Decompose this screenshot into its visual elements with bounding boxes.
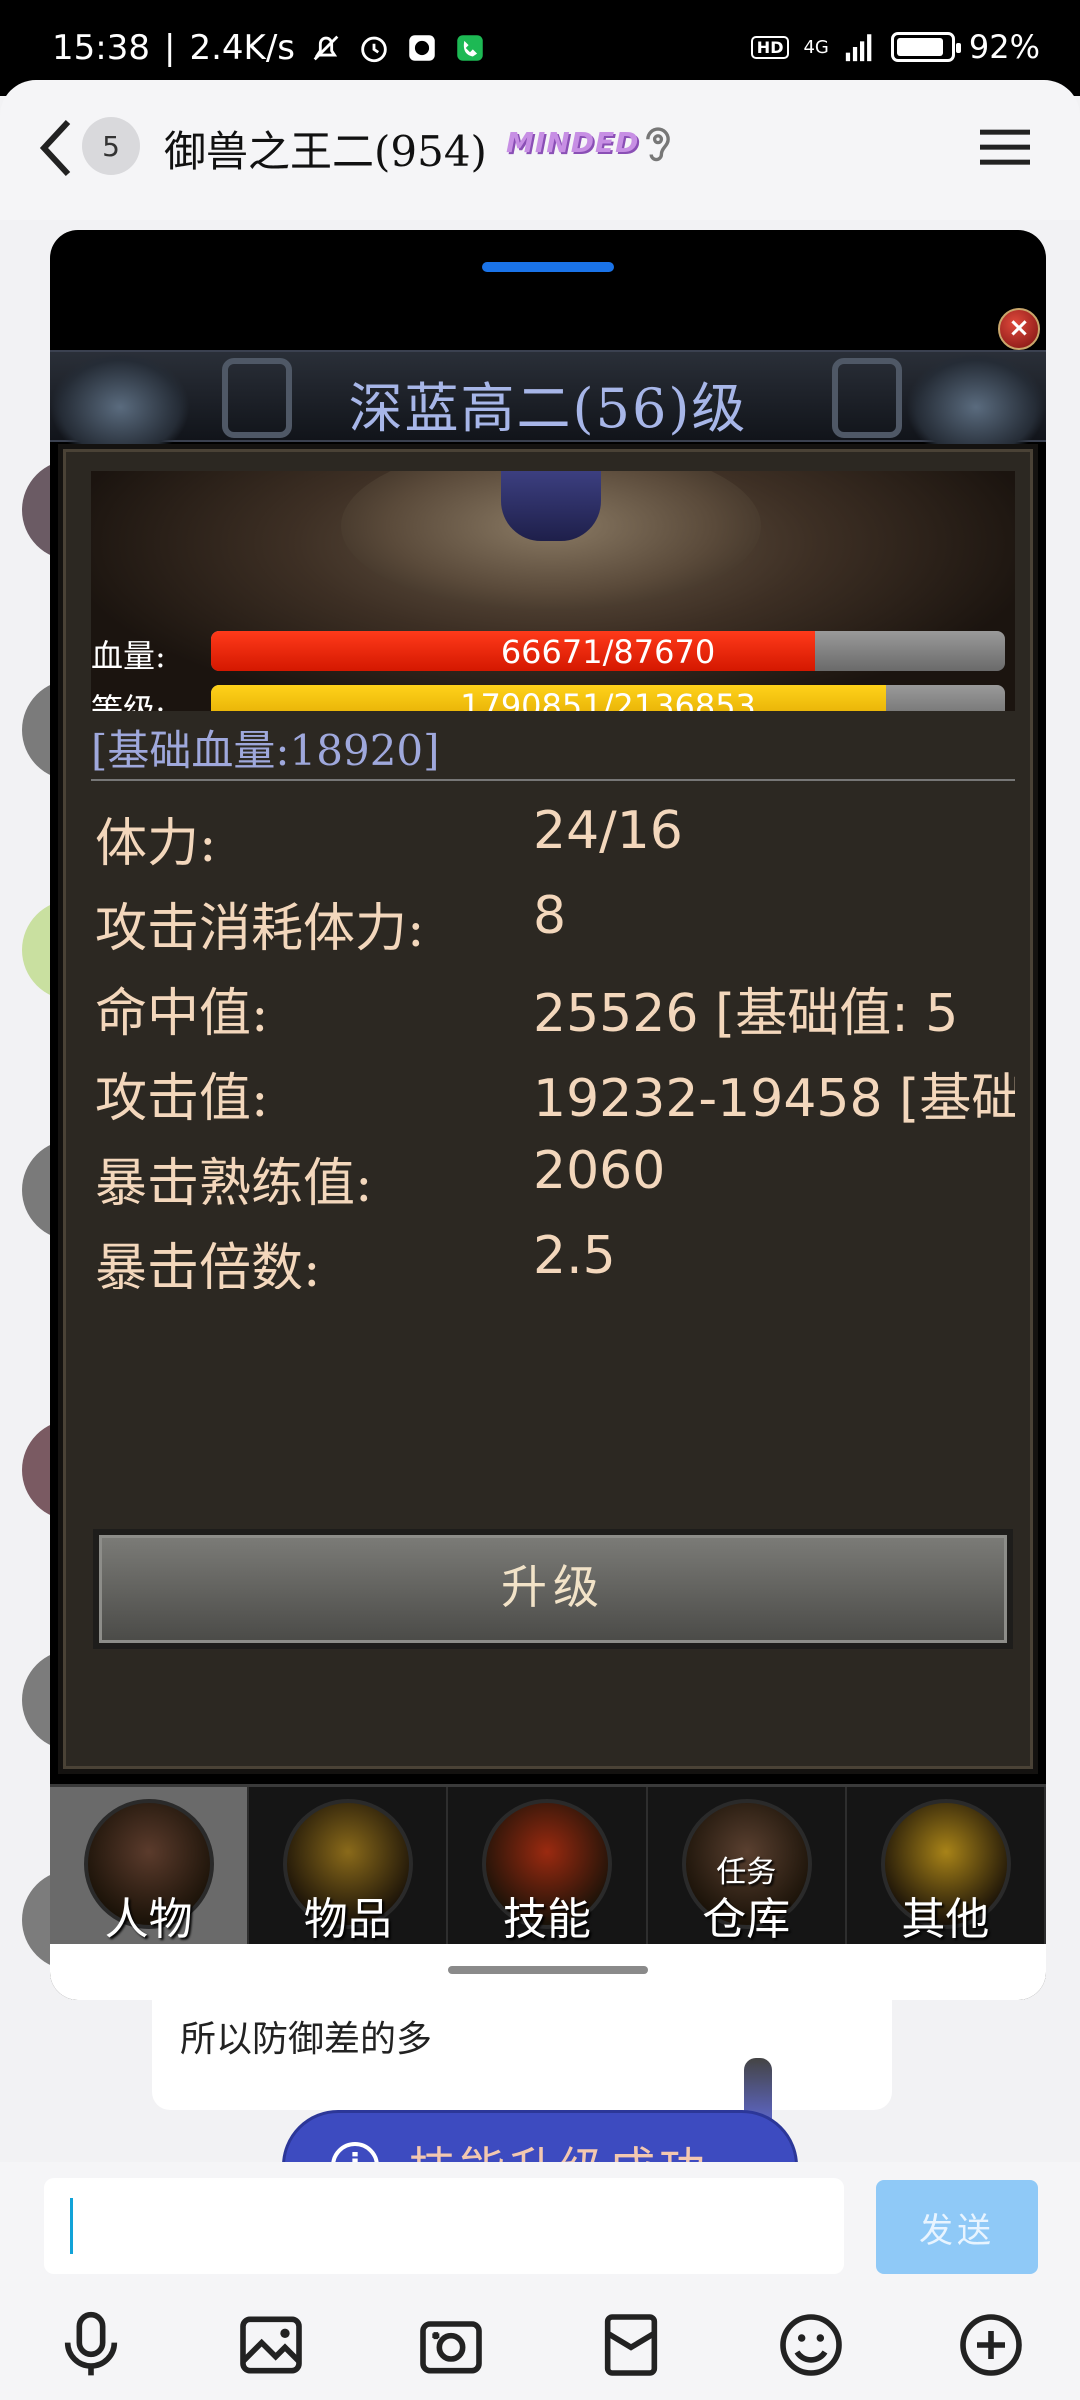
stat-row: 暴击倍数: 2.5 [91, 1214, 1015, 1289]
chat-toolbar [0, 2310, 1080, 2400]
hp-label: 血量: [91, 637, 166, 675]
stat-value: 8 [533, 886, 567, 946]
phone-app-icon [457, 35, 483, 61]
send-button[interactable]: 发送 [876, 2180, 1038, 2274]
stat-value: 24/16 [533, 801, 683, 861]
upgrade-button[interactable]: 升级 [93, 1529, 1013, 1649]
signal-icon [845, 34, 872, 62]
network-speed: 2.4K/s [189, 28, 295, 68]
tab-5[interactable]: 其他 [847, 1787, 1046, 1945]
stat-label: 体力: [95, 814, 217, 874]
battery-icon [890, 32, 961, 62]
stat-value: 19232-19458 [基础 [533, 1069, 1015, 1129]
status-right: HD 4G 92% [750, 28, 1040, 66]
alarm-icon [361, 36, 387, 63]
level-label: 等级: [91, 691, 166, 711]
stat-value: 2.5 [533, 1226, 616, 1286]
exp-value: 1790851/2136853 [460, 687, 756, 711]
tab-label: 其他 [901, 1894, 990, 1945]
game-popup: 深蓝高二(56)级 × 血量: 66671/87670 等级: 1790851/… [50, 230, 1046, 2000]
stat-label: 攻击值: [95, 1069, 269, 1129]
hp-value: 66671/87670 [500, 633, 716, 671]
popup-home-indicator[interactable] [448, 1966, 648, 1974]
clock: 15:38 [52, 28, 150, 68]
tab-1[interactable]: 人物 [50, 1787, 250, 1945]
ear-icon[interactable] [640, 124, 676, 168]
tab-label: 物品 [303, 1894, 392, 1945]
character-panel: 血量: 66671/87670 等级: 1790851/2136853 [基础血… [58, 444, 1038, 1774]
text-caret [70, 2198, 73, 2254]
stat-row-clip: 体力: 24/16 [91, 789, 1015, 874]
stat-row-clip: 暴击倍数: 2.5 [91, 1214, 1015, 1289]
stat-label: 暴击熟练值: [95, 1154, 373, 1214]
tab-label: 仓库 [702, 1894, 791, 1945]
back-icon[interactable] [36, 118, 76, 178]
divider: | [163, 28, 176, 68]
plus-icon[interactable] [956, 2310, 1026, 2380]
microphone-icon[interactable] [56, 2310, 126, 2380]
game-tab-bar: 人物 物品 技能 任务 仓库其他 [50, 1784, 1046, 1945]
stat-label: 暴击倍数: [95, 1239, 321, 1289]
tab-3[interactable]: 技能 [448, 1787, 648, 1945]
stat-row: 暴击熟练值: 2060 [91, 1129, 1015, 1214]
divider [91, 779, 1015, 781]
stats-list[interactable]: 体力: 24/16 攻击消耗体力: 8 命中值: 25526 [基础值: 5 攻击值: 192… [91, 789, 1015, 1289]
emoji-icon[interactable] [776, 2310, 846, 2380]
menu-icon[interactable] [980, 126, 1030, 170]
stat-row: 命中值: 25526 [基础值: 5 [91, 959, 1015, 1044]
character-title: 深蓝高二(56)级 [348, 377, 748, 440]
tab-4[interactable]: 任务 仓库 [648, 1787, 847, 1945]
stat-label: 命中值: [95, 984, 269, 1044]
stat-row-clip: 暴击熟练值: 2060 [91, 1129, 1015, 1214]
status-left: 15:38 | 2.4K/s [52, 28, 487, 68]
stat-row-clip: 攻击值: 19232-19458 [基础 [91, 1044, 1015, 1129]
battery-level: 92% [968, 28, 1040, 66]
stat-row-clip: 攻击消耗体力: 8 [91, 874, 1015, 959]
network-type: 4G [803, 36, 829, 58]
app-notification-icon [409, 35, 435, 61]
group-title: 御兽之王二(954) [164, 127, 487, 176]
close-button[interactable]: × [998, 308, 1040, 350]
stat-value: 25526 [基础值: 5 [533, 984, 959, 1044]
tab-label: 人物 [104, 1894, 193, 1945]
stat-row-clip: 命中值: 25526 [基础值: 5 [91, 959, 1015, 1044]
tab-2[interactable]: 物品 [249, 1787, 449, 1945]
camera-icon[interactable] [416, 2310, 486, 2380]
image-icon[interactable] [236, 2310, 306, 2380]
chat-input-area: 发送 [0, 2162, 1080, 2400]
group-level-badge: MINDED [506, 126, 640, 159]
character-figure-image [501, 471, 601, 541]
drag-handle[interactable] [482, 262, 614, 272]
character-scene: 血量: 66671/87670 等级: 1790851/2136853 [91, 471, 1015, 711]
hd-icon: HD [750, 35, 790, 59]
mute-bell-icon [313, 35, 339, 61]
message-input[interactable] [44, 2178, 844, 2274]
stat-value: 2060 [533, 1141, 666, 1201]
base-hp: [基础血量:18920] [91, 726, 440, 775]
red-packet-icon[interactable] [596, 2310, 666, 2380]
stat-row: 攻击值: 19232-19458 [基础 [91, 1044, 1015, 1129]
hp-bar: 66671/87670 [211, 631, 1005, 671]
unread-count-badge[interactable]: 5 [82, 117, 140, 175]
stat-label: 攻击消耗体力: [95, 899, 425, 959]
exp-bar: 1790851/2136853 [211, 685, 1005, 711]
stat-row: 体力: 24/16 [91, 789, 1015, 874]
tab-label: 技能 [503, 1894, 591, 1945]
stat-row: 攻击消耗体力: 8 [91, 874, 1015, 959]
